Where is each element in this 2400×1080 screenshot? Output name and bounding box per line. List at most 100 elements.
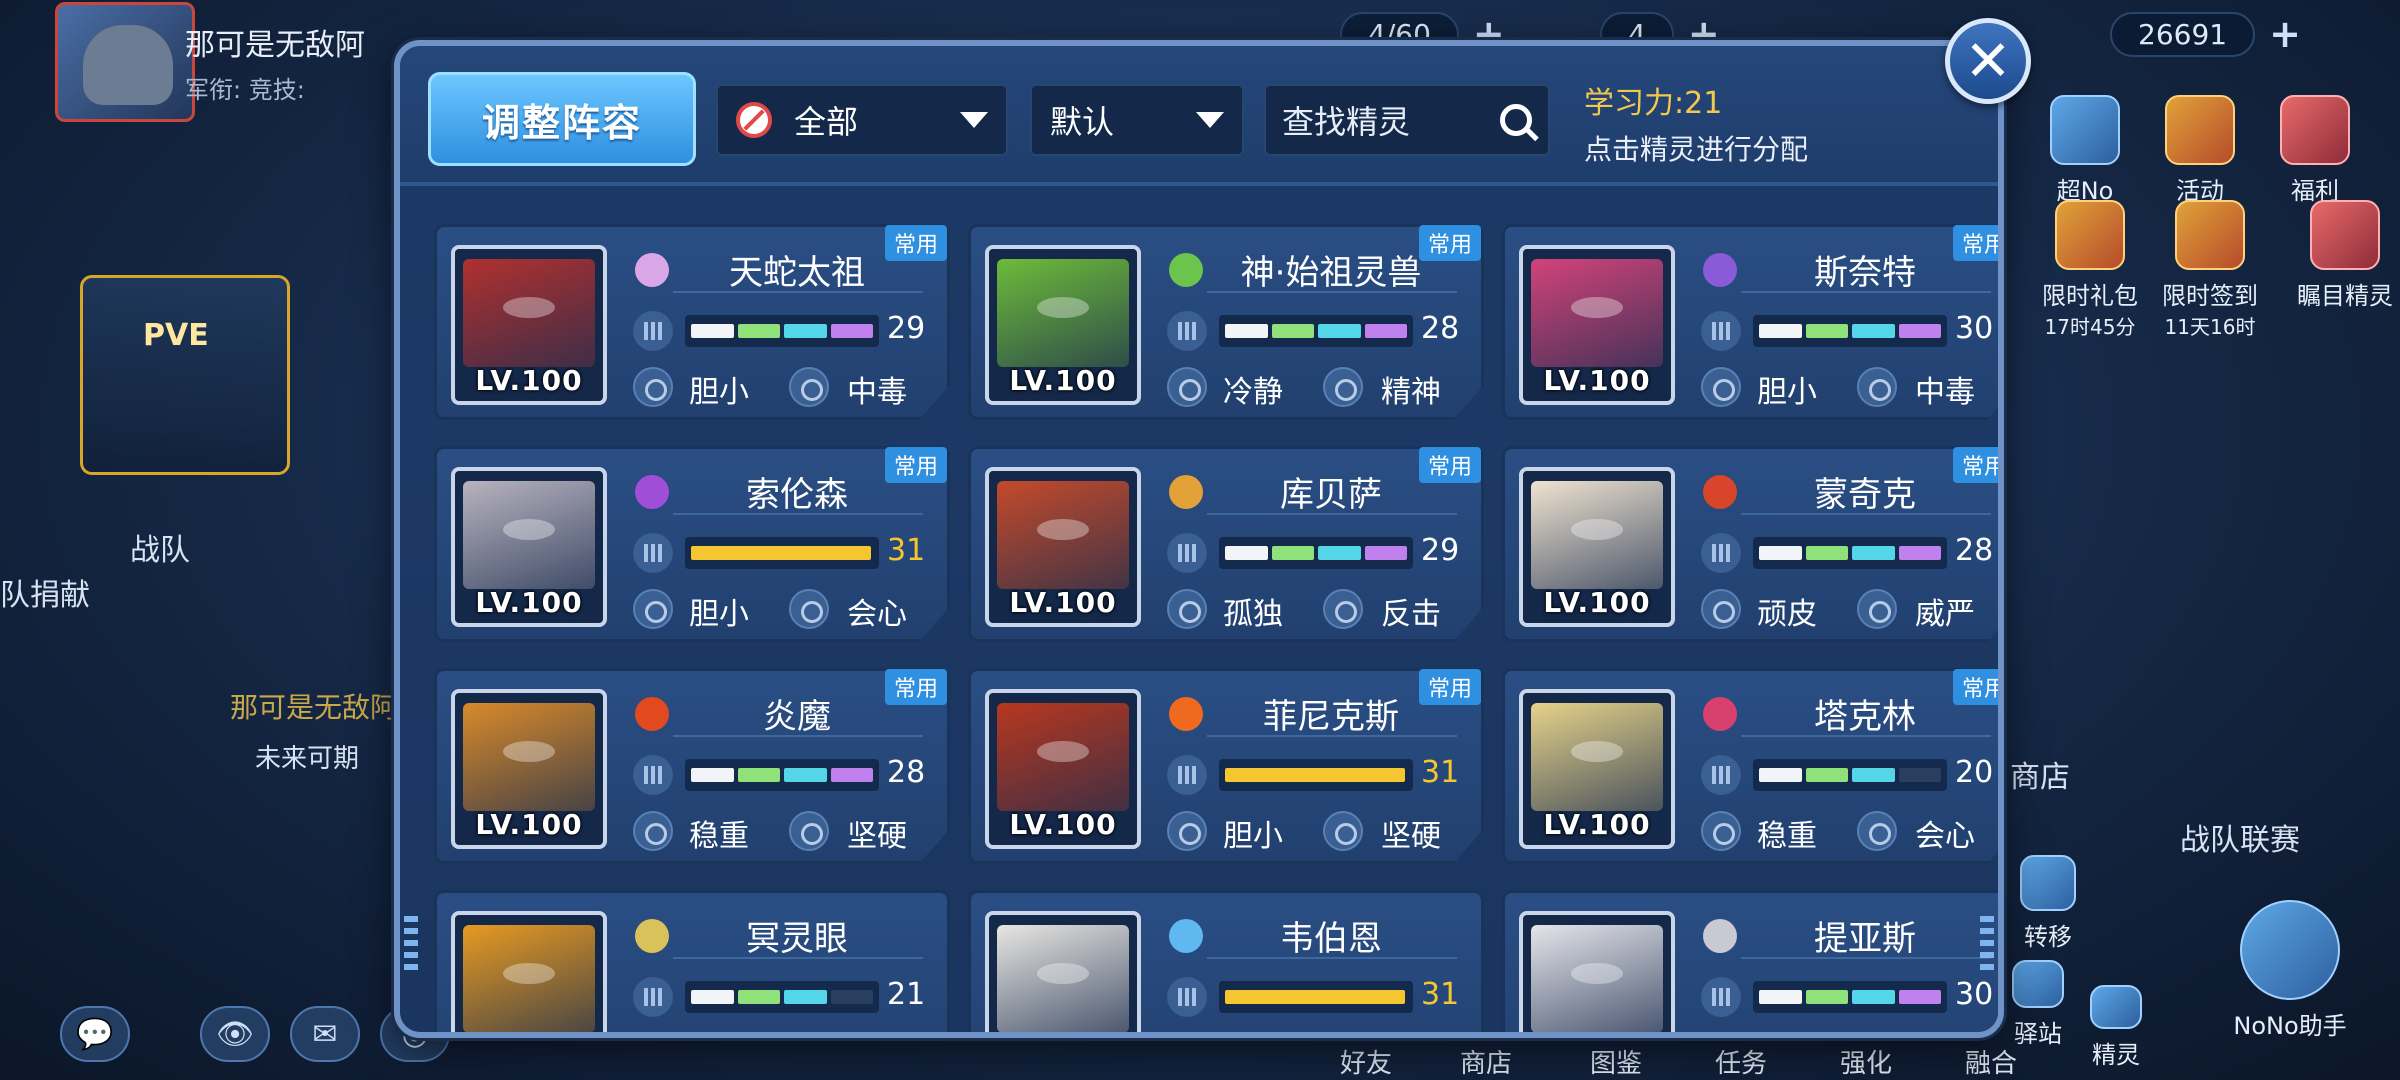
spirit-card[interactable]: 常用 LV.100 菲尼克斯 31 胆小 坚硬 [968, 668, 1484, 864]
spirit-art [463, 481, 595, 589]
spirit-card[interactable]: 常用 LV.100 库贝萨 29 孤独 反击 [968, 446, 1484, 642]
add-coins-icon[interactable]: + [2269, 12, 2301, 56]
transfer-button[interactable]: 转移 [2020, 855, 2076, 952]
team-donate-label[interactable]: 队捐献 [0, 570, 90, 614]
stat-bar [1219, 537, 1413, 569]
stats-icon[interactable] [633, 755, 673, 795]
spirit-card[interactable]: 常用 LV.100 索伦森 31 胆小 会心 [434, 446, 950, 642]
spirit-card[interactable]: 提亚斯 30 [1502, 890, 1998, 1038]
stats-icon[interactable] [1167, 977, 1207, 1017]
spirit-art [997, 481, 1129, 589]
team-label[interactable]: 战队 [130, 525, 190, 569]
spirit-name: 提亚斯 [1814, 919, 1916, 959]
stats-icon[interactable] [633, 533, 673, 573]
spirit-lineup-modal: 调整阵容 全部 默认 查找精灵 学习力:21 点击精灵进行分配 常用 LV.10… [394, 40, 2004, 1038]
trait-icon [1323, 367, 1363, 407]
chevron-down-icon [1196, 112, 1224, 128]
resource-coins[interactable]: 26691 + [2110, 10, 2301, 58]
spirit-portrait[interactable] [451, 911, 607, 1032]
chevron-down-icon [960, 112, 988, 128]
shop-label[interactable]: 商店 [2010, 752, 2070, 796]
stats-icon[interactable] [1701, 755, 1741, 795]
events-button[interactable]: 活动 [2165, 95, 2235, 206]
spirit-level: LV.100 [475, 364, 583, 397]
spirit-level: LV.100 [475, 808, 583, 841]
close-icon[interactable]: ✕ [1945, 18, 2031, 104]
spirit-name: 斯奈特 [1814, 253, 1916, 293]
spirit-name: 索伦森 [746, 475, 848, 515]
chat-icon[interactable]: 💬 [60, 1006, 130, 1062]
tab-friends[interactable]: 好友 [1340, 1043, 1392, 1080]
nature-icon [1167, 811, 1207, 851]
nature-icon [1701, 1033, 1741, 1038]
spirit-portrait[interactable]: LV.100 [985, 245, 1141, 405]
spirit-portrait[interactable] [985, 911, 1141, 1032]
divider [1741, 957, 1991, 959]
stat-segment [1759, 546, 1802, 560]
divider [1207, 513, 1457, 515]
spirit-card[interactable]: 常用 LV.100 斯奈特 30 胆小 中毒 [1502, 224, 1998, 420]
stats-icon[interactable] [1701, 311, 1741, 351]
mail-icon[interactable]: ✉ [290, 1006, 360, 1062]
player-avatar[interactable] [55, 2, 195, 122]
eye-icon[interactable]: 👁 [200, 1006, 270, 1062]
spirit-level: LV.100 [1543, 364, 1651, 397]
stats-icon[interactable] [633, 977, 673, 1017]
stats-icon[interactable] [633, 311, 673, 351]
spirit-portrait[interactable] [1519, 911, 1675, 1032]
divider [1741, 291, 1991, 293]
nature-icon [1167, 589, 1207, 629]
spirit-portrait[interactable]: LV.100 [1519, 467, 1675, 627]
adjust-lineup-button[interactable]: 调整阵容 [428, 72, 696, 166]
spirit-card[interactable]: 常用 LV.100 炎魔 28 稳重 坚硬 [434, 668, 950, 864]
team-league-label[interactable]: 战队联赛 [2180, 815, 2300, 859]
team-player-name: 那可是无敌阿 [230, 691, 399, 724]
spirit-button[interactable]: 精灵 [2090, 985, 2142, 1070]
trait-label: 威严 [1915, 597, 1975, 632]
stat-segment [1898, 546, 1941, 560]
spirit-card[interactable]: 常用 LV.100 神·始祖灵兽 28 冷静 精神 [968, 224, 1484, 420]
tab-tasks[interactable]: 任务 [1715, 1043, 1767, 1080]
stats-icon[interactable] [1701, 533, 1741, 573]
sort-dropdown[interactable]: 默认 [1030, 84, 1244, 156]
pve-portal[interactable]: PVE [80, 275, 290, 475]
tab-fusion[interactable]: 融合 [1965, 1043, 2017, 1080]
spirit-portrait[interactable]: LV.100 [451, 467, 607, 627]
nature-icon [1701, 589, 1741, 629]
spirit-card[interactable]: 常用 LV.100 蒙奇克 28 顽皮 威严 [1502, 446, 1998, 642]
spirit-name: 塔克林 [1814, 697, 1916, 737]
spirit-card[interactable]: 韦伯恩 31 [968, 890, 1484, 1032]
nono-assistant-button[interactable]: NoNo助手 [2220, 900, 2360, 1041]
welfare-button[interactable]: 福利 [2280, 95, 2350, 206]
spirit-portrait[interactable]: LV.100 [1519, 689, 1675, 849]
spirit-portrait[interactable]: LV.100 [1519, 245, 1675, 405]
featured-spirit-button[interactable]: 瞩目精灵 [2290, 200, 2400, 311]
stats-icon[interactable] [1167, 533, 1207, 573]
spirit-search-input[interactable]: 查找精灵 [1264, 84, 1550, 156]
spirit-art [463, 259, 595, 367]
tab-enhance[interactable]: 强化 [1840, 1043, 1892, 1080]
spirit-portrait[interactable]: LV.100 [451, 689, 607, 849]
stats-icon[interactable] [1701, 977, 1741, 1017]
stat-segment [691, 768, 734, 782]
spirit-portrait[interactable]: LV.100 [985, 689, 1141, 849]
stats-icon[interactable] [1167, 311, 1207, 351]
spirit-level: LV.100 [475, 586, 583, 619]
type-filter-dropdown[interactable]: 全部 [716, 84, 1008, 156]
spirit-portrait[interactable]: LV.100 [451, 245, 607, 405]
search-icon[interactable] [1500, 104, 1532, 136]
stats-icon[interactable] [1167, 755, 1207, 795]
trait-label: 会心 [1915, 819, 1975, 854]
limited-signin-button[interactable]: 限时签到 11天16时 [2150, 200, 2270, 340]
spirit-card[interactable]: 冥灵眼 21 [434, 890, 950, 1032]
station-button[interactable]: 驿站 [2012, 960, 2064, 1049]
spirit-card[interactable]: 常用 LV.100 塔克林 20 稳重 会心 [1502, 668, 1998, 864]
tab-shop[interactable]: 商店 [1460, 1043, 1512, 1080]
tab-codex[interactable]: 图鉴 [1590, 1043, 1642, 1080]
supernono-button[interactable]: 超No [2050, 95, 2120, 206]
trait-label: 反击 [1381, 597, 1441, 632]
spirit-portrait[interactable]: LV.100 [985, 467, 1141, 627]
stat-segment [737, 768, 780, 782]
spirit-card[interactable]: 常用 LV.100 天蛇太祖 29 胆小 中毒 [434, 224, 950, 420]
limited-gift-button[interactable]: 限时礼包 17时45分 [2035, 200, 2145, 340]
